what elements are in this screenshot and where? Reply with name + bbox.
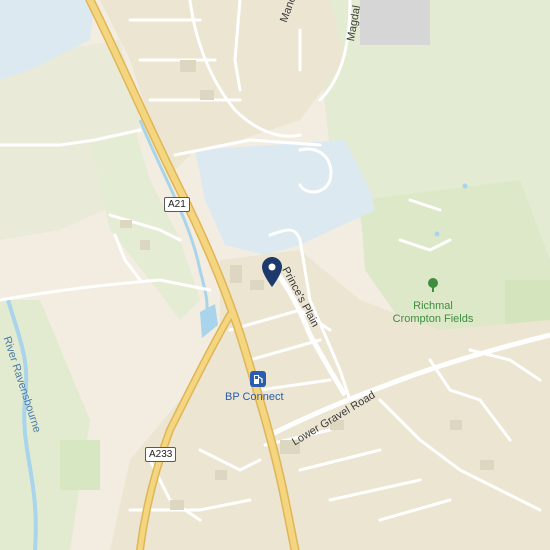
small-pond-central — [434, 231, 440, 237]
small-pond-east — [462, 183, 468, 189]
map-canvas[interactable]: A21 A233 Manor W Magdal Prince's Plain L… — [0, 0, 550, 550]
a233-road-shield: A233 — [145, 447, 177, 462]
park-name-line2: Crompton Fields — [392, 313, 474, 325]
green-field-south-west — [60, 440, 100, 490]
a21-road-shield: A21 — [164, 197, 190, 212]
bp-connect-label[interactable]: BP Connect — [225, 391, 284, 403]
industrial-building — [360, 0, 430, 45]
richmal-crompton-fields-label[interactable]: Richmal Crompton Fields — [385, 300, 481, 326]
park-name-line1: Richmal — [413, 300, 453, 312]
